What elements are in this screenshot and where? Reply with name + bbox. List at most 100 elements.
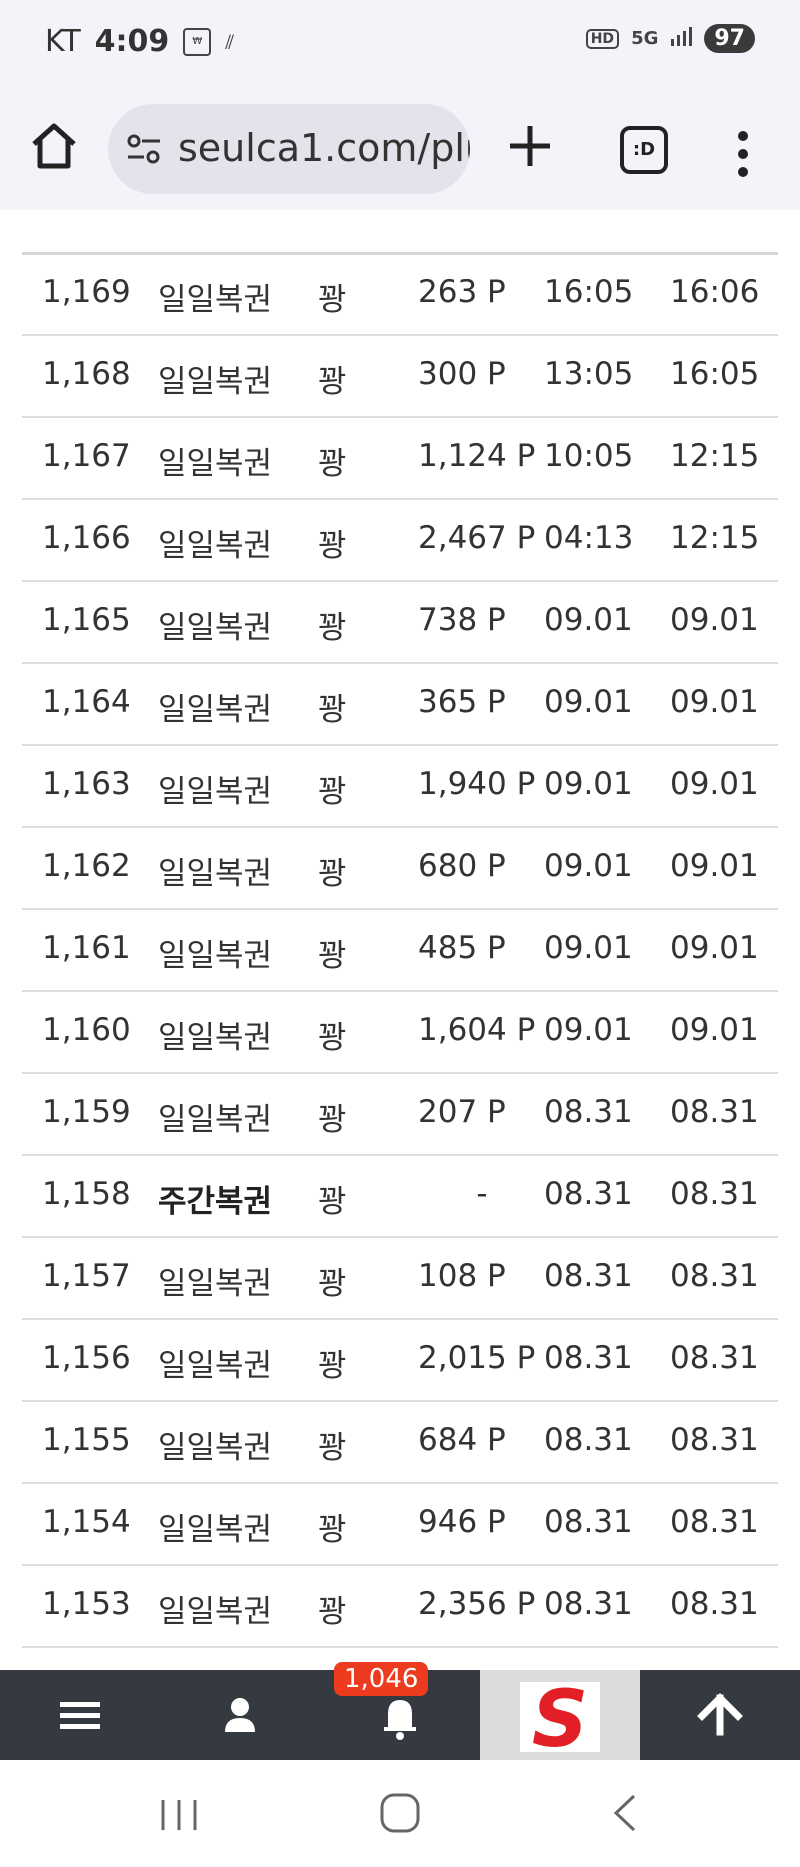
lottery-type: 일일복권 — [158, 1102, 273, 1138]
prize-points: 1,604 P — [418, 1012, 536, 1048]
tab-switcher-button[interactable]: :D — [620, 126, 668, 174]
lottery-type: 일일복권 — [158, 938, 273, 974]
row-number: 1,162 — [42, 848, 131, 884]
prize-points: 2,356 P — [418, 1586, 536, 1622]
row-number: 1,165 — [42, 602, 131, 638]
row-number: 1,166 — [42, 520, 131, 556]
scroll-top-icon[interactable] — [690, 1670, 750, 1760]
lottery-result: 꽝 — [318, 364, 347, 400]
join-time: 08.31 — [544, 1094, 633, 1130]
signal-icon — [670, 25, 693, 52]
join-time: 09.01 — [544, 930, 633, 966]
check-time: 08.31 — [670, 1422, 759, 1458]
join-time: 04:13 — [544, 520, 634, 556]
row-number: 1,160 — [42, 1012, 131, 1048]
check-time: 09.01 — [670, 848, 759, 884]
site-logo[interactable]: S — [480, 1670, 640, 1765]
table-row: 1,162 일일복권 꽝 680 P 09.01 09.01 — [22, 826, 778, 910]
join-time: 08.31 — [544, 1258, 633, 1294]
table-row: 1,163 일일복권 꽝 1,940 P 09.01 09.01 — [22, 744, 778, 828]
check-time: 09.01 — [670, 602, 759, 638]
pay-icon: ₩ — [183, 27, 212, 56]
row-number: 1,163 — [42, 766, 131, 802]
menu-icon[interactable] — [50, 1670, 110, 1760]
table-row: 1,169 일일복권 꽝 263 P 16:05 16:06 — [22, 252, 778, 336]
prize-points: 1,940 P — [418, 766, 536, 802]
lottery-result: 꽝 — [318, 1184, 347, 1220]
prize-points: 207 P — [418, 1094, 506, 1130]
lottery-result: 꽝 — [318, 446, 347, 482]
bottom-navigation: 1,046 S — [0, 1662, 800, 1765]
join-time: 08.31 — [544, 1340, 633, 1376]
home-button-icon[interactable] — [375, 1788, 425, 1838]
site-settings-icon[interactable] — [126, 132, 162, 166]
table-row: 1,158 주간복권 꽝 - 08.31 08.31 — [22, 1154, 778, 1238]
table-row: 1,153 일일복권 꽝 2,356 P 08.31 08.31 — [22, 1564, 778, 1648]
table-row: 1,166 일일복권 꽝 2,467 P 04:13 12:15 — [22, 498, 778, 582]
lottery-result: 꽝 — [318, 692, 347, 728]
lottery-result: 꽝 — [318, 1102, 347, 1138]
check-time: 08.31 — [670, 1176, 759, 1212]
table-row: 1,155 일일복권 꽝 684 P 08.31 08.31 — [22, 1400, 778, 1484]
join-time: 16:05 — [544, 274, 634, 310]
lottery-result: 꽝 — [318, 1594, 347, 1630]
system-navigation-bar — [0, 1760, 800, 1867]
user-icon[interactable] — [210, 1670, 270, 1760]
table-row: 1,161 일일복권 꽝 485 P 09.01 09.01 — [22, 908, 778, 992]
table-header — [22, 210, 778, 255]
carrier-label: KT — [45, 24, 81, 59]
check-time: 08.31 — [670, 1258, 759, 1294]
lottery-type: 일일복권 — [158, 774, 273, 810]
prize-points: 365 P — [418, 684, 506, 720]
lottery-type: 일일복권 — [158, 364, 273, 400]
row-number: 1,169 — [42, 274, 131, 310]
table-row: 1,165 일일복권 꽝 738 P 09.01 09.01 — [22, 580, 778, 664]
check-time: 09.01 — [670, 766, 759, 802]
row-number: 1,158 — [42, 1176, 131, 1212]
prize-points: 684 P — [418, 1422, 506, 1458]
prize-points: 946 P — [418, 1504, 506, 1540]
lottery-type: 일일복권 — [158, 610, 273, 646]
lottery-history-table: 1,169 일일복권 꽝 263 P 16:05 16:06 1,168 일일복권 꽝 300 P… — [22, 210, 778, 1670]
lottery-result: 꽝 — [318, 528, 347, 564]
table-row: 1,167 일일복권 꽝 1,124 P 10:05 12:15 — [22, 416, 778, 500]
lottery-type: 일일복권 — [158, 1512, 273, 1548]
join-time: 13:05 — [544, 356, 634, 392]
check-time: 08.31 — [670, 1094, 759, 1130]
prize-points: 263 P — [418, 274, 506, 310]
lottery-result: 꽝 — [318, 938, 347, 974]
lottery-type: 일일복권 — [158, 692, 273, 728]
address-bar[interactable]: seulca1.com/plu — [108, 104, 470, 194]
lottery-type: 주간복권 — [158, 1184, 273, 1220]
row-number: 1,157 — [42, 1258, 131, 1294]
lottery-type: 일일복권 — [158, 528, 273, 564]
more-menu-icon[interactable] — [735, 128, 751, 180]
check-time: 16:05 — [670, 356, 760, 392]
recent-apps-icon[interactable] — [155, 1790, 205, 1840]
lottery-type: 일일복권 — [158, 1266, 273, 1302]
prize-points: 680 P — [418, 848, 506, 884]
hd-voice-icon: HD — [585, 28, 620, 49]
join-time: 08.31 — [544, 1422, 633, 1458]
lottery-result: 꽝 — [318, 1512, 347, 1548]
lottery-result: 꽝 — [318, 1430, 347, 1466]
table-row: 1,156 일일복권 꽝 2,015 P 08.31 08.31 — [22, 1318, 778, 1402]
row-number: 1,161 — [42, 930, 131, 966]
url-text: seulca1.com/plu — [178, 126, 470, 170]
row-number: 1,154 — [42, 1504, 131, 1540]
check-time: 12:15 — [670, 520, 760, 556]
lottery-result: 꽝 — [318, 1348, 347, 1384]
join-time: 09.01 — [544, 766, 633, 802]
check-time: 12:15 — [670, 438, 760, 474]
svg-text:S: S — [532, 1675, 588, 1760]
row-number: 1,167 — [42, 438, 131, 474]
table-row: 1,157 일일복권 꽝 108 P 08.31 08.31 — [22, 1236, 778, 1320]
battery-indicator: 97 — [704, 24, 755, 53]
lottery-result: 꽝 — [318, 610, 347, 646]
home-icon[interactable] — [28, 120, 80, 172]
check-time: 08.31 — [670, 1340, 759, 1376]
row-number: 1,155 — [42, 1422, 131, 1458]
back-icon[interactable] — [600, 1788, 650, 1838]
check-time: 08.31 — [670, 1504, 759, 1540]
new-tab-icon[interactable] — [505, 118, 555, 174]
